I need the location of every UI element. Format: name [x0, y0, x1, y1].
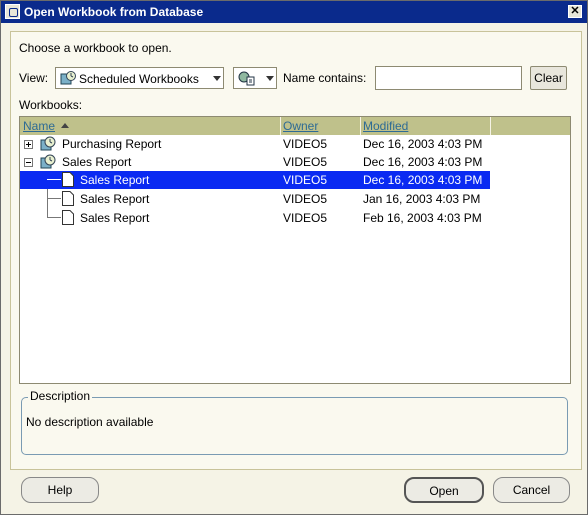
row-owner: VIDEO5 — [283, 137, 328, 151]
cancel-button[interactable]: Cancel — [493, 477, 570, 503]
row-name: Sales Report — [80, 192, 150, 206]
help-button[interactable]: Help — [21, 477, 99, 503]
row-modified: Dec 16, 2003 4:03 PM — [363, 137, 483, 151]
row-modified: Feb 16, 2003 4:03 PM — [363, 211, 482, 225]
document-icon — [62, 210, 74, 225]
row-modified: Jan 16, 2003 4:03 PM — [363, 192, 481, 206]
row-owner: VIDEO5 — [283, 155, 328, 169]
database-filter-icon — [238, 71, 255, 86]
description-panel: Description No description available — [21, 389, 568, 455]
prompt-text: Choose a workbook to open. — [19, 41, 172, 55]
scheduled-workbooks-icon — [60, 71, 76, 85]
title-bar[interactable]: Open Workbook from Database ✕ — [1, 1, 587, 23]
row-name: Sales Report — [80, 173, 150, 187]
workbooks-tree-table[interactable]: Name Owner Modified Purchasing Report VI… — [19, 116, 571, 384]
document-icon — [62, 191, 74, 206]
filter-type-select[interactable] — [233, 67, 277, 89]
workbooks-label: Workbooks: — [19, 98, 83, 112]
column-header-owner[interactable]: Owner — [283, 119, 318, 133]
row-owner: VIDEO5 — [283, 211, 328, 225]
table-row[interactable]: Sales Report VIDEO5 Dec 16, 2003 4:03 PM — [20, 153, 490, 171]
scheduled-workbook-icon — [40, 154, 56, 169]
table-row-selected[interactable]: Sales Report VIDEO5 Dec 16, 2003 4:03 PM — [20, 171, 490, 189]
sort-ascending-icon — [61, 123, 69, 128]
dialog-window: Open Workbook from Database ✕ Choose a w… — [0, 0, 588, 515]
chevron-down-icon — [266, 76, 274, 81]
column-divider — [360, 117, 361, 135]
column-header-name[interactable]: Name — [23, 119, 55, 133]
row-owner: VIDEO5 — [283, 173, 328, 187]
row-name: Sales Report — [62, 155, 132, 169]
document-icon — [62, 172, 74, 187]
view-selected-value: Scheduled Workbooks — [79, 72, 199, 86]
row-modified: Dec 16, 2003 4:03 PM — [363, 155, 483, 169]
view-select[interactable]: Scheduled Workbooks — [55, 67, 224, 89]
view-label: View: — [19, 71, 49, 85]
clear-button[interactable]: Clear — [530, 66, 567, 90]
table-row[interactable]: Purchasing Report VIDEO5 Dec 16, 2003 4:… — [20, 135, 490, 153]
table-row[interactable]: Sales Report VIDEO5 Feb 16, 2003 4:03 PM — [20, 209, 490, 227]
row-modified: Dec 16, 2003 4:03 PM — [363, 173, 483, 187]
description-legend: Description — [28, 389, 93, 403]
expand-plus-icon[interactable] — [24, 140, 33, 149]
name-contains-label: Name contains: — [283, 71, 367, 85]
collapse-minus-icon[interactable] — [24, 158, 33, 167]
table-header: Name Owner Modified — [20, 117, 570, 135]
row-name: Purchasing Report — [62, 137, 162, 151]
name-contains-input[interactable] — [375, 66, 522, 90]
column-divider — [490, 117, 491, 135]
chevron-down-icon — [213, 76, 221, 81]
row-name: Sales Report — [80, 211, 150, 225]
description-text: No description available — [26, 415, 154, 429]
app-icon — [5, 4, 20, 19]
close-button[interactable]: ✕ — [568, 5, 582, 18]
scheduled-workbook-icon — [40, 136, 56, 151]
table-row[interactable]: Sales Report VIDEO5 Jan 16, 2003 4:03 PM — [20, 190, 490, 208]
column-header-modified[interactable]: Modified — [363, 119, 408, 133]
row-owner: VIDEO5 — [283, 192, 328, 206]
tree-connector — [47, 179, 61, 180]
column-divider — [280, 117, 281, 135]
window-title: Open Workbook from Database — [24, 5, 204, 19]
dialog-content: Choose a workbook to open. View: Schedul… — [10, 31, 582, 470]
open-button[interactable]: Open — [404, 477, 484, 503]
